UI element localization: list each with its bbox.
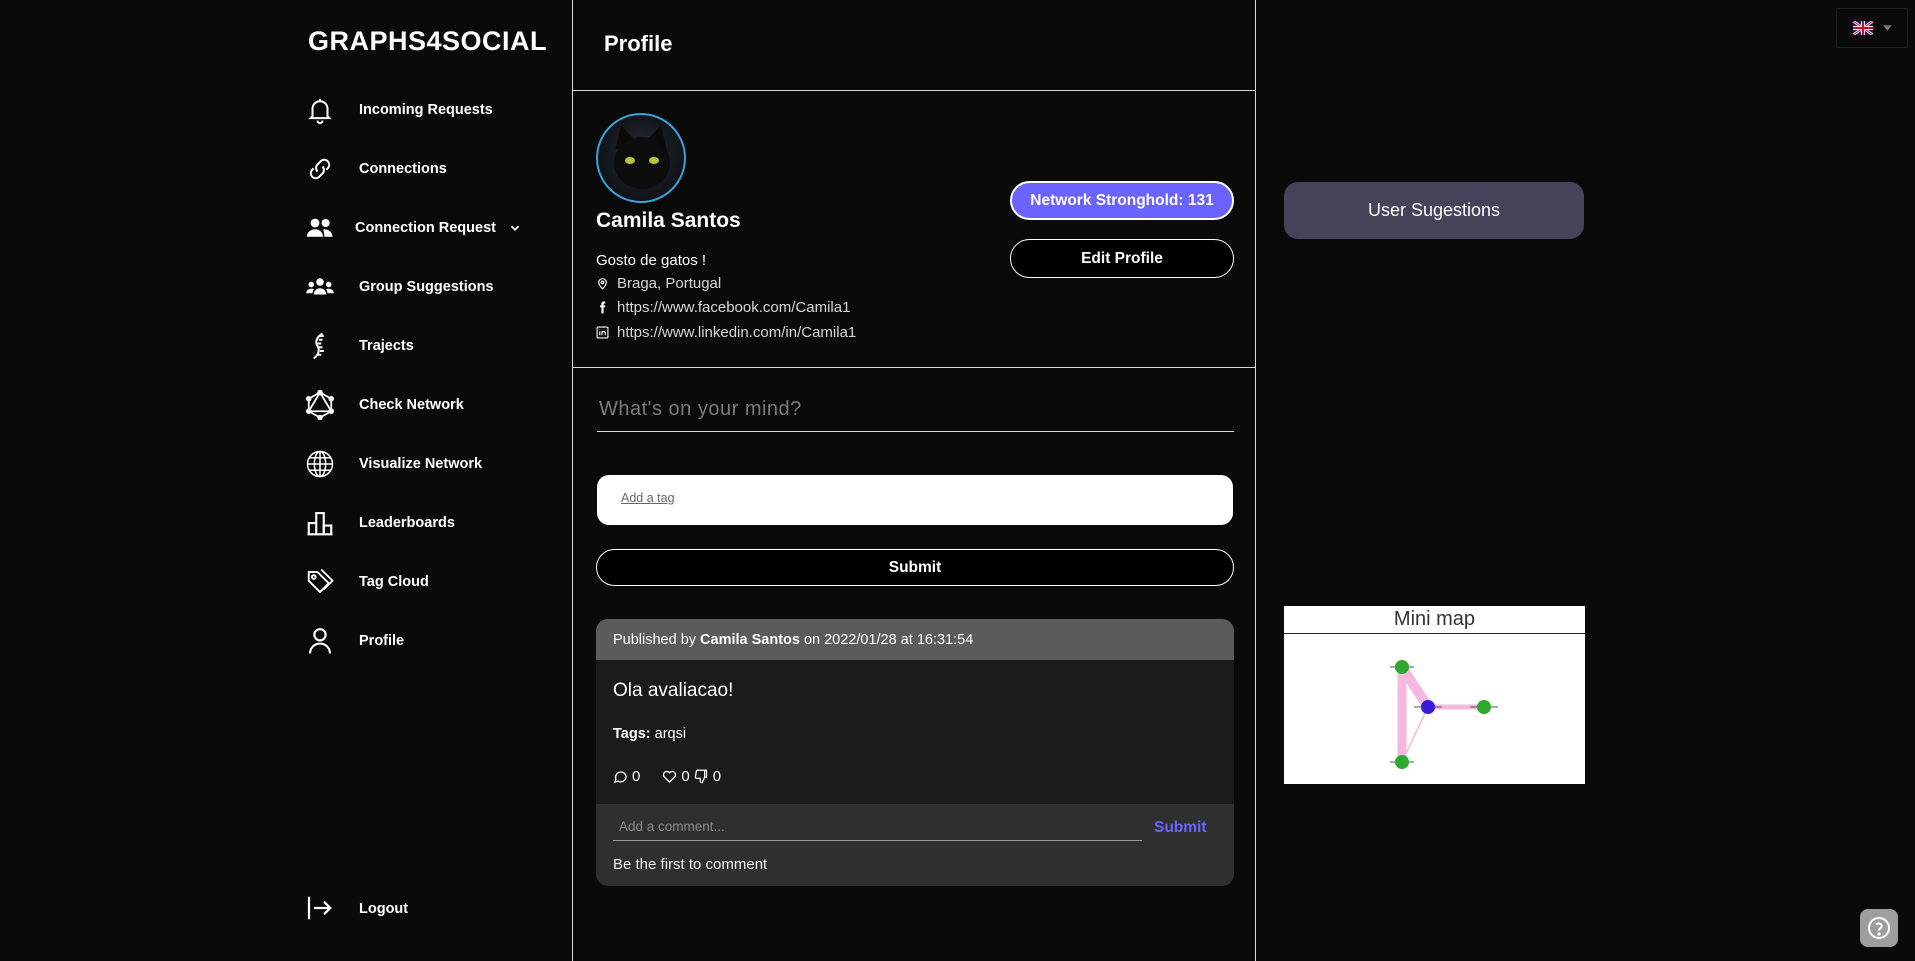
empty-comments-text: Be the first to comment	[613, 856, 768, 873]
link-icon	[304, 153, 336, 185]
profile-location: Braga, Portugal	[596, 275, 721, 292]
brand-logo: GRAPHS4SOCIAL	[308, 26, 548, 56]
sidebar-item-check-network[interactable]: Check Network	[300, 375, 572, 434]
sidebar: GRAPHS4SOCIAL Incoming Requests Connecti…	[300, 0, 572, 961]
page-title: Profile	[604, 31, 673, 56]
post-tag[interactable]: arqsi	[655, 726, 686, 742]
minimap-graph[interactable]	[1284, 634, 1585, 784]
post-author[interactable]: Camila Santos	[700, 632, 800, 648]
profile-facebook[interactable]: https://www.facebook.com/Camila1	[596, 299, 850, 316]
map-pin-icon	[598, 278, 607, 290]
globe-icon	[304, 448, 336, 480]
post-tags: Tags: arqsi	[613, 726, 686, 742]
sidebar-item-profile[interactable]: Profile	[300, 611, 572, 670]
podium-icon	[304, 507, 336, 539]
network-icon	[304, 389, 336, 421]
tag-input-placeholder[interactable]: Add a tag	[621, 491, 675, 505]
comment-input[interactable]	[613, 813, 1142, 841]
profile-bio: Gosto de gatos !	[596, 252, 707, 269]
sidebar-item-label: Connection Request	[355, 219, 496, 236]
avatar[interactable]	[596, 113, 686, 203]
sidebar-item-label: Trajects	[359, 337, 414, 354]
sidebar-item-label: Profile	[359, 632, 405, 649]
uk-flag-icon	[1852, 21, 1873, 35]
caret-down-icon	[1882, 25, 1892, 31]
sidebar-item-label: Tag Cloud	[359, 573, 429, 590]
sidebar-item-leaderboards[interactable]: Leaderboards	[300, 493, 572, 552]
language-selector[interactable]	[1836, 8, 1908, 48]
post-stats: 0 0 0	[613, 768, 721, 785]
minimap-node	[1421, 700, 1435, 714]
user-icon	[304, 625, 336, 657]
dislike-count: 0	[712, 768, 722, 785]
app-root: GRAPHS4SOCIAL Incoming Requests Connecti…	[0, 0, 1915, 961]
minimap-node	[1395, 660, 1409, 674]
sidebar-item-label: Check Network	[359, 396, 464, 413]
post-body: Ola avaliacao! Tags: arqsi 0 0 0	[596, 660, 1234, 804]
help-icon	[1868, 917, 1890, 939]
post-comments: Submit Be the first to comment	[596, 804, 1234, 886]
minimap[interactable]: Mini map	[1284, 606, 1585, 784]
sidebar-item-trajects[interactable]: Trajects	[300, 316, 572, 375]
post-date: on 2022/01/28 at 16:31:54	[803, 631, 974, 648]
logout-button[interactable]: Logout	[300, 879, 572, 938]
network-stronghold-button[interactable]: Network Stronghold: 131	[1010, 181, 1234, 220]
sidebar-item-incoming-requests[interactable]: Incoming Requests	[300, 80, 572, 139]
thumbs-down-icon[interactable]	[694, 769, 709, 784]
logout-label: Logout	[359, 900, 409, 917]
comment-count: 0	[632, 768, 641, 785]
group-icon	[304, 271, 336, 303]
sidebar-item-label: Group Suggestions	[359, 278, 494, 295]
page-header: Profile	[573, 0, 1255, 91]
post-card: Published by Camila Santos on 2022/01/28…	[596, 619, 1234, 886]
sidebar-item-tag-cloud[interactable]: Tag Cloud	[300, 552, 572, 611]
heart-icon[interactable]	[662, 769, 677, 784]
minimap-node	[1395, 755, 1409, 769]
sidebar-item-group-suggestions[interactable]: Group Suggestions	[300, 257, 572, 316]
sidebar-item-connections[interactable]: Connections	[300, 139, 572, 198]
post-published-prefix: Published by	[613, 631, 697, 648]
sidebar-item-visualize-network[interactable]: Visualize Network	[300, 434, 572, 493]
tag-input[interactable]: Add a tag	[597, 475, 1233, 525]
profile-linkedin-link[interactable]: https://www.linkedin.com/in/Camila1	[617, 324, 856, 341]
logout-icon	[304, 893, 336, 925]
sidebar-item-label: Visualize Network	[359, 455, 483, 472]
bell-icon	[304, 94, 336, 126]
sidebar-nav: Incoming Requests Connections Connection…	[300, 80, 572, 670]
post-tags-label: Tags:	[613, 726, 651, 742]
tags-icon	[304, 566, 336, 598]
post-header: Published by Camila Santos on 2022/01/28…	[596, 619, 1234, 660]
traject-icon	[304, 330, 336, 362]
comment-submit-button[interactable]: Submit	[1154, 819, 1207, 837]
profile-linkedin[interactable]: https://www.linkedin.com/in/Camila1	[596, 324, 856, 341]
facebook-icon	[600, 301, 606, 314]
linkedin-icon	[596, 326, 609, 339]
post-text: Ola avaliacao!	[613, 680, 734, 701]
post-input[interactable]	[597, 388, 1234, 432]
sidebar-item-label: Incoming Requests	[359, 101, 493, 118]
main-content: Profile Camila Santos Gosto de gatos ! B…	[572, 0, 1256, 961]
profile-card: Camila Santos Gosto de gatos ! Braga, Po…	[573, 91, 1255, 368]
post-composer: Add a tag Submit Published by Camila San…	[573, 368, 1255, 928]
edit-profile-button[interactable]: Edit Profile	[1010, 239, 1234, 278]
users-icon	[304, 212, 336, 244]
comment-icon[interactable]	[613, 769, 628, 784]
profile-name: Camila Santos	[596, 209, 741, 232]
submit-post-button[interactable]: Submit	[596, 549, 1234, 586]
sidebar-item-connection-request[interactable]: Connection Request	[300, 198, 572, 257]
user-suggestions-button[interactable]: User Sugestions	[1284, 182, 1584, 239]
help-button[interactable]	[1860, 909, 1898, 947]
sidebar-item-label: Connections	[359, 160, 447, 177]
profile-location-text: Braga, Portugal	[617, 275, 722, 292]
minimap-node	[1477, 700, 1491, 714]
sidebar-item-label: Leaderboards	[359, 514, 455, 531]
minimap-title: Mini map	[1284, 606, 1585, 634]
like-count: 0	[681, 768, 690, 785]
chevron-down-icon[interactable]	[508, 221, 522, 235]
profile-facebook-link[interactable]: https://www.facebook.com/Camila1	[617, 299, 850, 316]
